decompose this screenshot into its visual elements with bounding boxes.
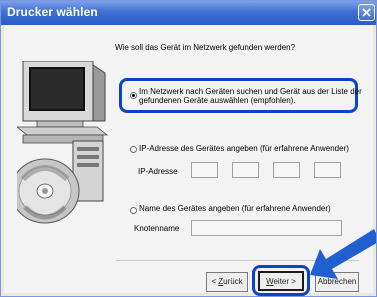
close-button[interactable] xyxy=(358,4,375,21)
radio-node-name[interactable] xyxy=(130,207,137,214)
option-name-label[interactable]: Name des Gerätes angeben (für erfahrene … xyxy=(139,204,331,214)
computer-illustration xyxy=(17,61,109,224)
back-button[interactable]: < Zurück xyxy=(206,272,248,292)
ip-octet-2[interactable] xyxy=(232,162,259,178)
option-search-line2[interactable]: gefundenen Geräte auswählen (empfohlen). xyxy=(139,96,296,106)
node-name-label: Knotenname xyxy=(134,224,180,233)
ip-octet-1[interactable] xyxy=(191,162,218,178)
title-bar[interactable]: Drucker wählen xyxy=(1,1,376,25)
window-title: Drucker wählen xyxy=(7,5,98,19)
next-button[interactable]: Weiter > xyxy=(258,271,304,291)
cd-disc-illustration xyxy=(17,158,80,224)
close-icon xyxy=(362,8,371,17)
next-rest: eiter > xyxy=(273,277,296,286)
ip-address-label: IP-Adresse xyxy=(138,167,178,176)
radio-ip-address[interactable] xyxy=(130,146,137,153)
option-ip-label[interactable]: IP-Adresse des Gerätes angeben (für erfa… xyxy=(139,144,349,154)
ip-octet-3[interactable] xyxy=(273,162,300,178)
pointer-arrow xyxy=(310,229,376,279)
back-rest: urück xyxy=(223,277,243,286)
dialog-window: Drucker wählen Wie soll das Gerät im Net… xyxy=(0,0,377,297)
ip-octet-4[interactable] xyxy=(314,162,341,178)
question-text: Wie soll das Gerät im Netzwerk gefunden … xyxy=(115,43,296,52)
radio-search-network[interactable] xyxy=(130,92,137,99)
